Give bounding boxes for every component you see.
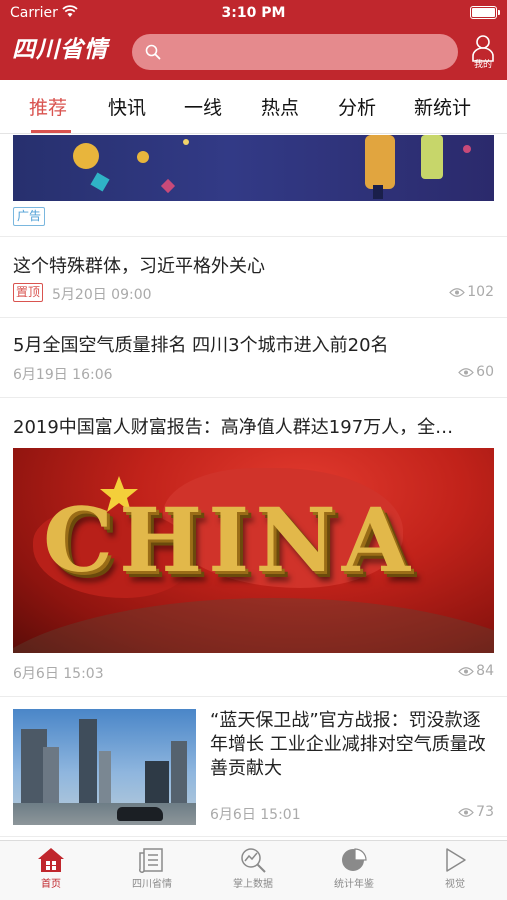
article-title[interactable]: 5月全国空气质量排名 四川3个城市进入前20名: [13, 331, 389, 357]
ad-banner-image[interactable]: [13, 135, 494, 201]
clock: 3:10 PM: [221, 5, 286, 21]
magnifier-chart-icon: [241, 848, 266, 873]
view-count-value: 73: [476, 804, 494, 820]
divider: [0, 317, 507, 318]
search-input[interactable]: [132, 34, 458, 70]
tab-new-stats[interactable]: 新统计: [414, 93, 471, 120]
divider: [0, 836, 507, 837]
article-time: 6月19日 16:06: [13, 367, 113, 383]
app-header: Carrier 3:10 PM 四川省情 我的: [0, 0, 507, 80]
view-count: 73: [458, 804, 494, 820]
tab-recommend[interactable]: 推荐: [29, 93, 67, 120]
nav-home[interactable]: 首页: [11, 847, 91, 890]
ad-badge: 广告: [13, 207, 46, 226]
nav-sichuan[interactable]: 四川省情: [112, 847, 192, 890]
bottom-tab-bar: 首页 四川省情 掌上数据 统计年鉴 视觉: [0, 840, 507, 900]
article-image[interactable]: CHINA: [13, 448, 494, 653]
tab-frontline[interactable]: 一线: [184, 93, 222, 120]
eye-icon: [458, 808, 474, 817]
play-icon: [446, 848, 466, 872]
user-icon: [472, 35, 494, 62]
divider: [0, 696, 507, 697]
nav-label: 视觉: [445, 879, 465, 890]
article-title[interactable]: “蓝天保卫战”官方战报：罚没款逐年增长 工业企业减排对空气质量改善贡献大: [210, 709, 495, 781]
eye-icon: [458, 667, 474, 676]
nav-label: 首页: [41, 879, 61, 890]
tab-flash[interactable]: 快讯: [108, 93, 146, 120]
divider: [0, 397, 507, 398]
app-logo: 四川省情: [12, 37, 108, 63]
view-count: 60: [458, 364, 494, 380]
nav-label: 统计年鉴: [334, 879, 374, 890]
tab-hot[interactable]: 热点: [261, 93, 299, 120]
divider: [0, 236, 507, 237]
article-image[interactable]: [13, 709, 196, 825]
profile-button[interactable]: 我的: [468, 34, 498, 76]
active-tab-indicator: [31, 130, 71, 133]
article-title[interactable]: 2019中国富人财富报告：高净值人群达197万人，全…: [13, 413, 453, 439]
battery-icon: [470, 6, 500, 19]
article-title[interactable]: 这个特殊群体，习近平格外关心: [13, 252, 265, 278]
search-icon: [145, 44, 161, 60]
nav-label: 掌上数据: [233, 879, 273, 890]
view-count-value: 60: [476, 364, 494, 380]
view-count: 84: [458, 663, 494, 679]
home-icon: [38, 848, 64, 872]
nav-mobile-data[interactable]: 掌上数据: [213, 847, 293, 890]
pie-chart-icon: [342, 848, 367, 871]
nav-visual[interactable]: 视觉: [415, 847, 495, 890]
nav-yearbook[interactable]: 统计年鉴: [314, 847, 394, 890]
view-count: 102: [449, 284, 494, 300]
eye-icon: [449, 288, 466, 297]
article-time: 5月20日 09:00: [52, 287, 152, 303]
view-count-value: 102: [467, 284, 494, 300]
nav-label: 四川省情: [132, 879, 172, 890]
pinned-badge: 置顶: [13, 283, 44, 302]
news-feed[interactable]: 广告 这个特殊群体，习近平格外关心 置顶 5月20日 09:00 102 5月全…: [0, 135, 507, 840]
article-time: 6月6日 15:01: [210, 807, 301, 823]
article-time: 6月6日 15:03: [13, 666, 104, 682]
newspaper-icon: [139, 848, 163, 873]
view-count-value: 84: [476, 663, 494, 679]
image-word: CHINA: [43, 488, 417, 592]
category-tabs: 推荐 快讯 一线 热点 分析 新统计: [0, 80, 507, 134]
eye-icon: [458, 368, 474, 377]
status-bar: Carrier 3:10 PM: [0, 0, 507, 26]
tab-analysis[interactable]: 分析: [338, 93, 376, 120]
